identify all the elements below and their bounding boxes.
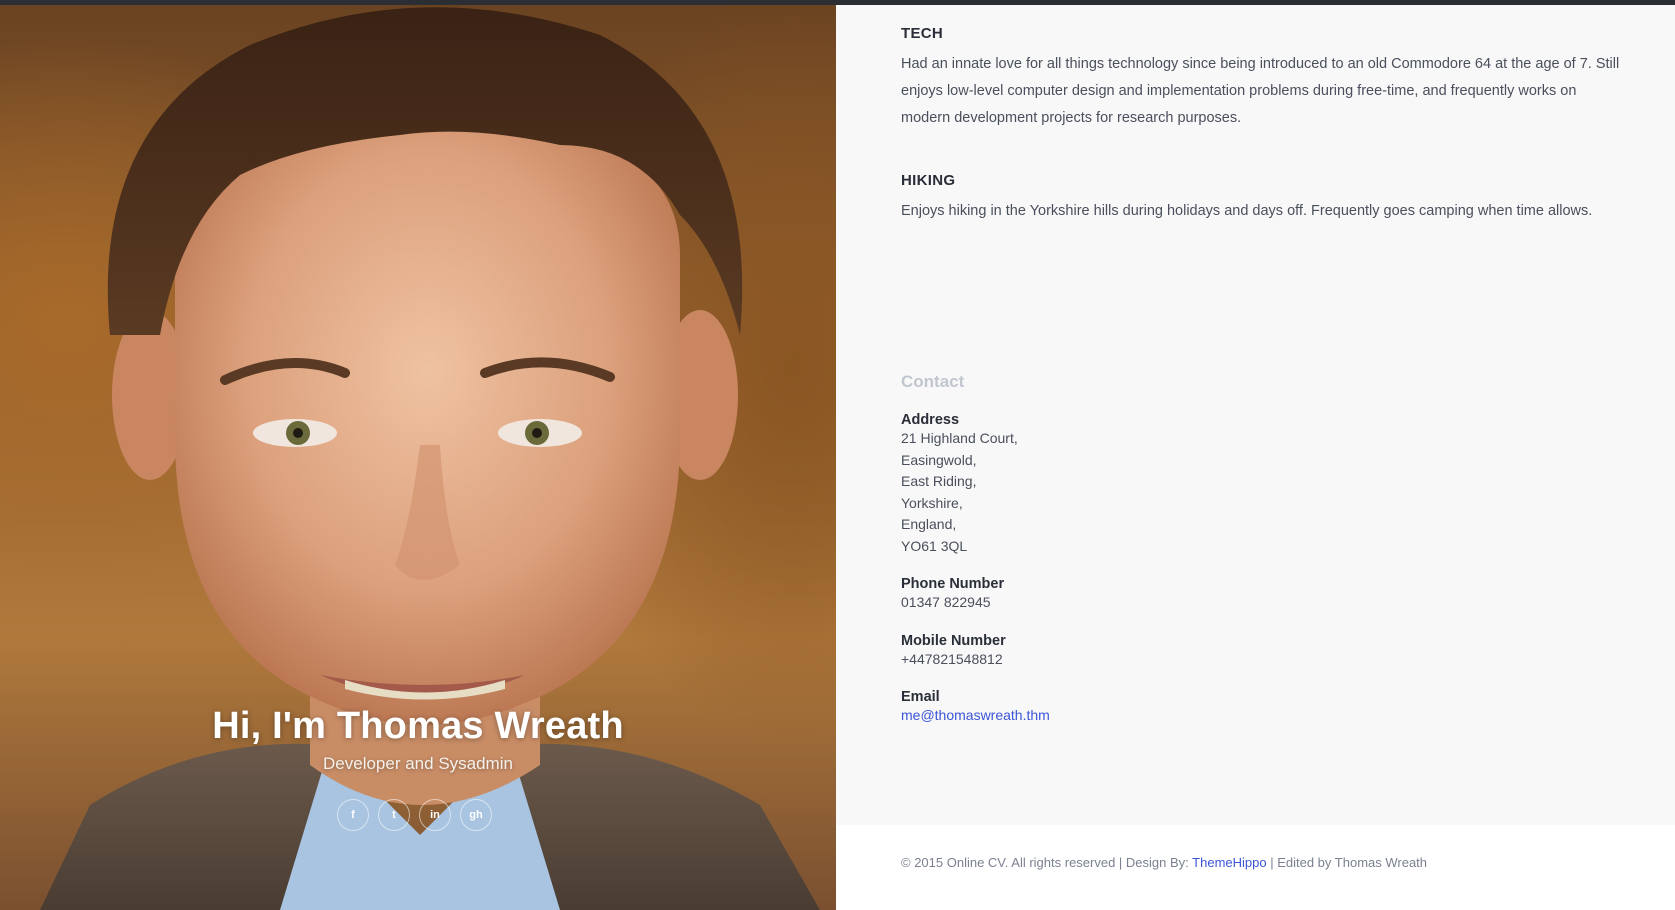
address-line: England,: [901, 516, 957, 532]
interest-text: Enjoys hiking in the Yorkshire hills dur…: [901, 203, 1593, 219]
address-label: Address: [901, 412, 960, 428]
portrait-illustration: [40, 7, 820, 910]
address-line: YO61 3QL: [901, 537, 968, 554]
mobile-group: Mobile Number +447821548812: [901, 633, 1621, 671]
address-line: Easingwold,: [901, 451, 977, 468]
email-label: Email: [901, 689, 940, 705]
contact-title: Contact: [901, 372, 965, 391]
facebook-icon[interactable]: f: [337, 799, 369, 831]
interest-heading: TECH: [901, 25, 944, 42]
phone-value: 01347 822945: [901, 594, 991, 610]
github-icon[interactable]: gh: [460, 799, 492, 831]
profile-photo: Hi, I'm Thomas Wreath Developer and Sysa…: [0, 5, 836, 910]
footer: © 2015 Online CV. All rights reserved | …: [836, 825, 1675, 910]
footer-suffix: | Edited by Thomas Wreath: [1266, 855, 1428, 870]
hero-title: Hi, I'm Thomas Wreath: [212, 705, 624, 747]
interest-heading: HIKING: [901, 172, 956, 189]
address-line: 21 Highland Court,: [901, 430, 1018, 446]
address-line: East Riding,: [901, 473, 977, 489]
phone-group: Phone Number 01347 822945: [901, 576, 1621, 614]
interest-tech: TECH Had an innate love for all things t…: [901, 25, 1621, 132]
footer-prefix: © 2015 Online CV. All rights reserved | …: [901, 855, 1193, 870]
mobile-label: Mobile Number: [901, 632, 1006, 649]
top-bar: [0, 0, 1675, 5]
contact-section: Contact Address 21 Highland Court, Easin…: [901, 372, 1621, 727]
social-links: f t in gh: [337, 799, 492, 831]
content-panel: TECH Had an innate love for all things t…: [836, 5, 1675, 825]
mobile-value: +447821548812: [901, 650, 1003, 667]
address-group: Address 21 Highland Court, Easingwold, E…: [901, 412, 1621, 557]
twitter-icon[interactable]: t: [378, 799, 410, 831]
hero-subtitle: Developer and Sysadmin: [323, 754, 513, 773]
linkedin-icon[interactable]: in: [419, 799, 451, 831]
interest-hiking: HIKING Enjoys hiking in the Yorkshire hi…: [901, 172, 1621, 225]
phone-label: Phone Number: [901, 576, 1005, 592]
address-line: Yorkshire,: [901, 494, 963, 511]
themehippo-link[interactable]: ThemeHippo: [1192, 855, 1266, 870]
email-link[interactable]: me@thomaswreath.thm: [901, 707, 1050, 723]
email-group: Email me@thomaswreath.thm: [901, 689, 1621, 727]
interest-text: Had an innate love for all things techno…: [901, 56, 1620, 126]
footer-text: © 2015 Online CV. All rights reserved | …: [901, 855, 1427, 870]
